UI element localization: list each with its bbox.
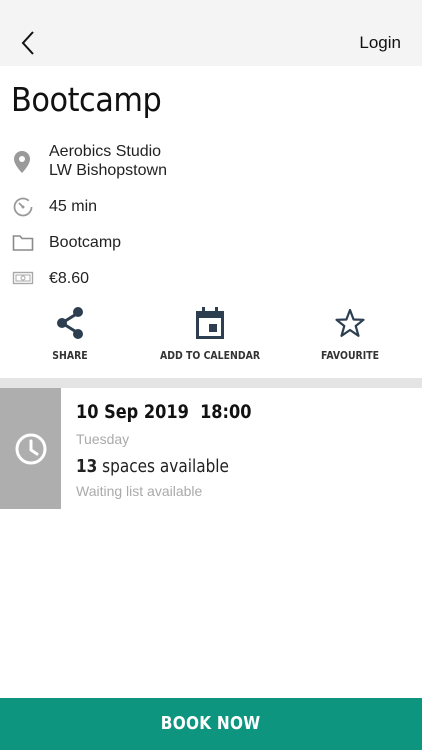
- calendar-icon: [196, 307, 224, 339]
- banknote-icon: [12, 271, 34, 285]
- clock-icon: [15, 433, 47, 465]
- favourite-label: FAVOURITE: [321, 349, 379, 362]
- add-to-calendar-button[interactable]: ADD TO CALENDAR: [140, 305, 280, 375]
- share-icon: [57, 307, 83, 339]
- book-now-button[interactable]: BOOK NOW: [0, 698, 422, 750]
- back-button[interactable]: [14, 26, 44, 60]
- share-button[interactable]: SHARE: [0, 305, 140, 375]
- top-bar: Login: [0, 0, 422, 66]
- session-day: Tuesday: [76, 431, 130, 447]
- category-row: Bootcamp: [0, 232, 422, 254]
- session-time: 18:00: [200, 401, 252, 423]
- location-line-2: LW Bishopstown: [49, 162, 167, 179]
- action-bar: SHARE ADD TO CALENDAR FAVOURITE: [0, 305, 422, 375]
- star-icon: [335, 308, 365, 337]
- waiting-list-text: Waiting list available: [76, 483, 203, 499]
- location-text: Aerobics Studio LW Bishopstown: [49, 142, 167, 180]
- session-card[interactable]: 10 Sep 2019 18:00 Tuesday 13 spaces avai…: [0, 388, 422, 509]
- session-side-panel: [0, 388, 61, 509]
- page-title: Bootcamp: [11, 80, 162, 119]
- chevron-left-icon: [21, 31, 34, 55]
- login-button[interactable]: Login: [359, 33, 401, 53]
- add-to-calendar-label: ADD TO CALENDAR: [159, 349, 261, 362]
- location-pin-icon: [14, 151, 30, 173]
- location-line-1: Aerobics Studio: [49, 143, 162, 160]
- location-row: Aerobics Studio LW Bishopstown: [0, 142, 422, 182]
- folder-icon: [12, 235, 34, 251]
- category-text: Bootcamp: [49, 234, 122, 251]
- spaces-count: 13: [76, 456, 98, 477]
- duration-row: 45 min: [0, 196, 422, 218]
- favourite-button[interactable]: FAVOURITE: [280, 305, 420, 375]
- section-divider: [0, 378, 422, 388]
- duration-text: 45 min: [49, 198, 98, 215]
- price-text: €8.60: [49, 270, 90, 287]
- share-label: SHARE: [52, 349, 88, 362]
- session-spaces: 13 spaces available: [76, 456, 229, 477]
- price-row: €8.60: [0, 268, 422, 290]
- timer-icon: [13, 197, 33, 217]
- session-date: 10 Sep 2019: [76, 401, 189, 423]
- session-datetime: 10 Sep 2019 18:00: [76, 401, 251, 423]
- spaces-label: spaces available: [102, 456, 229, 477]
- book-now-label: BOOK NOW: [161, 713, 261, 734]
